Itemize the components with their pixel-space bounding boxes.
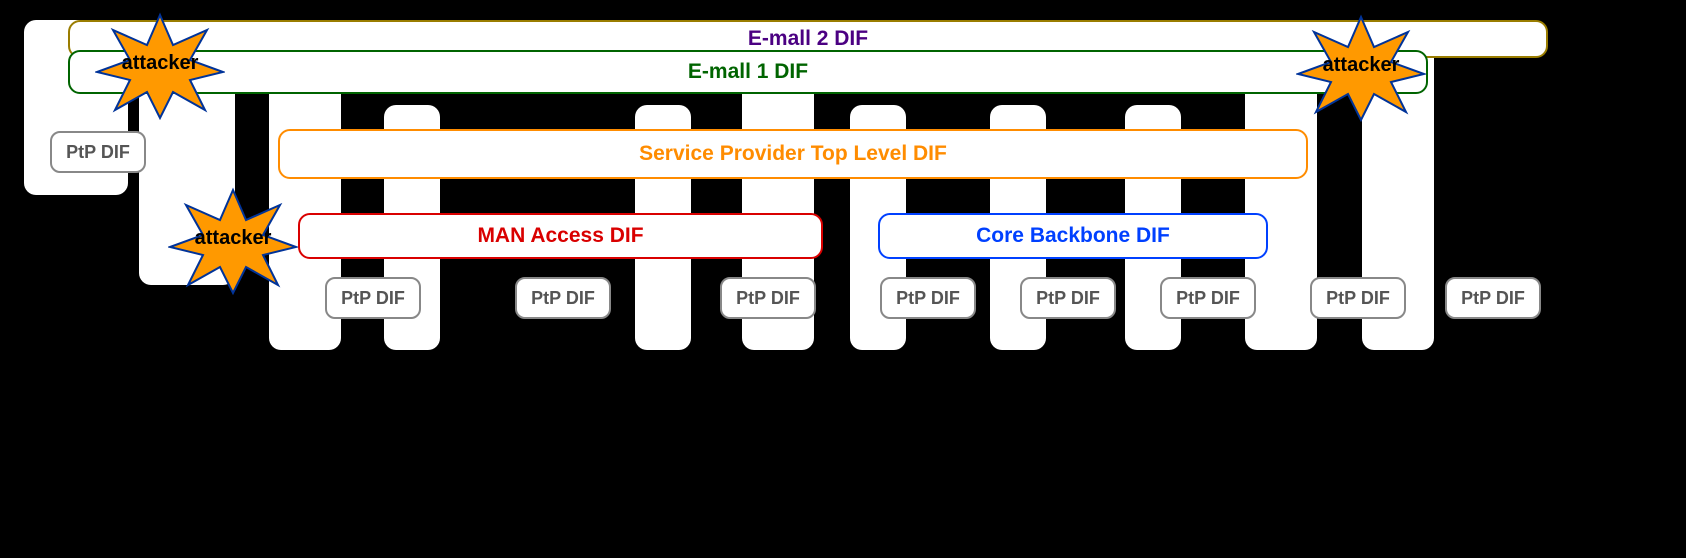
ptp-dif-box: PtP DIF [1160, 277, 1256, 319]
attacker-starburst-icon [168, 185, 298, 295]
ptp-dif-box: PtP DIF [720, 277, 816, 319]
attacker-starburst-icon [95, 10, 225, 120]
ptp-dif-box: PtP DIF [1310, 277, 1406, 319]
ptp-label: PtP DIF [1176, 288, 1240, 309]
layer-core-backbone: Core Backbone DIF [878, 213, 1268, 259]
ptp-label: PtP DIF [736, 288, 800, 309]
layer-label: MAN Access DIF [477, 224, 643, 248]
ptp-label: PtP DIF [66, 142, 130, 163]
diagram-stage: E-mall 2 DIF E-mall 1 DIF Service Provid… [0, 0, 1686, 558]
layer-label: Core Backbone DIF [976, 224, 1170, 248]
layer-label: Service Provider Top Level DIF [639, 142, 947, 166]
ptp-label: PtP DIF [1461, 288, 1525, 309]
ptp-dif-box: PtP DIF [50, 131, 146, 173]
ptp-dif-box: PtP DIF [515, 277, 611, 319]
layer-email1: E-mall 1 DIF [68, 50, 1428, 94]
ptp-dif-box: PtP DIF [1445, 277, 1541, 319]
ptp-dif-box: PtP DIF [325, 277, 421, 319]
attacker-starburst-icon [1296, 12, 1426, 122]
ptp-label: PtP DIF [896, 288, 960, 309]
layer-label: E-mall 2 DIF [748, 27, 868, 51]
ptp-dif-box: PtP DIF [1020, 277, 1116, 319]
ptp-label: PtP DIF [1036, 288, 1100, 309]
ptp-label: PtP DIF [1326, 288, 1390, 309]
layer-label: E-mall 1 DIF [688, 60, 808, 84]
layer-service-provider: Service Provider Top Level DIF [278, 129, 1308, 179]
layer-man-access: MAN Access DIF [298, 213, 823, 259]
ptp-label: PtP DIF [531, 288, 595, 309]
ptp-label: PtP DIF [341, 288, 405, 309]
ptp-dif-box: PtP DIF [880, 277, 976, 319]
